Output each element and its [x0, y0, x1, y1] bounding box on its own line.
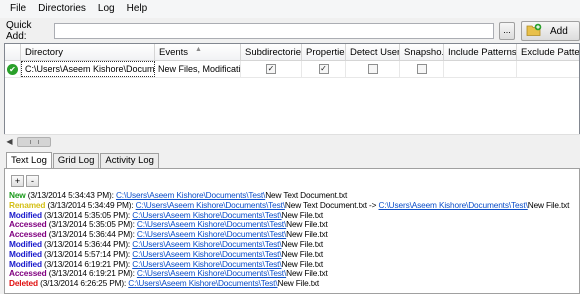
- log-file-name: New Text Document.txt ->: [284, 199, 379, 210]
- header-properties[interactable]: Properties: [302, 44, 346, 61]
- add-button-label: Add: [550, 25, 568, 37]
- log-event-type: Modified: [9, 258, 42, 269]
- header-exclude-patterns[interactable]: Exclude Patterns: [517, 44, 579, 61]
- cell-exclude-patterns[interactable]: [517, 61, 579, 77]
- tab-grid-log[interactable]: Grid Log: [52, 153, 100, 168]
- header-events[interactable]: Events ▲: [155, 44, 241, 61]
- log-timestamp: (3/13/2014 6:19:21 PM):: [41, 258, 133, 269]
- cell-include-patterns[interactable]: [444, 61, 517, 77]
- log-file-name: New File.txt: [281, 248, 324, 259]
- log-event-type: Modified: [9, 209, 42, 220]
- log-entries: New (3/13/2014 5:34:43 PM): C:\Users\Ase…: [9, 190, 579, 289]
- text-log-panel: + - New (3/13/2014 5:34:43 PM): C:\Users…: [4, 168, 580, 294]
- log-file-name: New File.txt: [527, 199, 570, 210]
- log-timestamp: (3/13/2014 5:36:44 PM):: [46, 229, 137, 240]
- log-file-name: New File.txt: [281, 258, 324, 269]
- log-path-link[interactable]: C:\Users\Aseem Kishore\Documents\Test\: [136, 200, 285, 210]
- grip-icon: [30, 140, 39, 144]
- log-file-name: New Text Document.txt: [265, 190, 348, 200]
- properties-checkbox[interactable]: ✓: [318, 64, 329, 74]
- menu-log[interactable]: Log: [92, 0, 121, 18]
- menu-file[interactable]: File: [4, 0, 32, 18]
- log-path-link[interactable]: C:\Users\Aseem Kishore\Documents\Test\: [137, 229, 286, 239]
- log-path-link[interactable]: C:\Users\Aseem Kishore\Documents\Test\: [132, 259, 281, 269]
- log-line: Deleted (3/13/2014 6:26:25 PM): C:\Users…: [9, 278, 579, 289]
- add-folder-icon: [526, 23, 542, 40]
- log-event-type: Accessed: [9, 219, 47, 230]
- header-detect-users[interactable]: Detect Users: [346, 44, 400, 61]
- log-path-link[interactable]: C:\Users\Aseem Kishore\Documents\Test\: [137, 268, 286, 278]
- log-timestamp: (3/13/2014 5:35:05 PM):: [46, 219, 137, 230]
- cell-properties: ✓: [302, 61, 346, 77]
- log-timestamp: (3/13/2014 5:57:14 PM):: [41, 248, 133, 259]
- log-path-link[interactable]: C:\Users\Aseem Kishore\Documents\Test\: [128, 278, 277, 288]
- log-path-link[interactable]: C:\Users\Aseem Kishore\Documents\Test\: [132, 249, 281, 259]
- zoom-in-button[interactable]: +: [11, 175, 24, 187]
- log-event-type: Deleted: [9, 278, 38, 289]
- log-timestamp: (3/13/2014 6:26:25 PM):: [37, 278, 129, 289]
- quick-add-label: Quick Add:: [6, 20, 32, 42]
- log-event-type: New: [9, 190, 26, 200]
- log-timestamp: (3/13/2014 5:34:49 PM):: [45, 199, 136, 210]
- log-timestamp: (3/13/2014 5:35:05 PM):: [41, 209, 133, 220]
- scroll-left-arrow-icon[interactable]: ◀: [5, 137, 14, 147]
- snapshot-checkbox[interactable]: [416, 64, 427, 74]
- tab-activity-log[interactable]: Activity Log: [100, 153, 159, 168]
- grid-header: Directory Events ▲ Subdirectories Propert…: [5, 44, 579, 61]
- check-status-icon: ✔: [7, 63, 18, 75]
- log-file-name: New File.txt: [286, 268, 328, 279]
- log-timestamp: (3/13/2014 5:36:44 PM):: [41, 238, 133, 249]
- quick-add-input[interactable]: [54, 23, 494, 39]
- header-status: [5, 44, 21, 61]
- log-file-name: New File.txt: [286, 229, 328, 240]
- quick-add-bar: Quick Add: ... Add: [0, 20, 580, 42]
- log-file-name: New File.txt: [281, 209, 324, 220]
- cell-snapshot: [400, 61, 444, 77]
- log-event-type: Accessed: [9, 268, 47, 279]
- log-path-link[interactable]: C:\Users\Aseem Kishore\Documents\Test\: [132, 239, 281, 249]
- row-status: ✔: [5, 61, 21, 77]
- log-file-name: New File.txt: [281, 238, 324, 249]
- cell-directory[interactable]: C:\Users\Aseem Kishore\Docume...: [21, 61, 155, 77]
- add-button[interactable]: Add: [521, 21, 580, 41]
- log-file-name: New File.txt: [277, 278, 320, 289]
- zoom-out-button[interactable]: -: [26, 175, 39, 187]
- menu-bar: File Directories Log Help: [0, 0, 580, 18]
- log-file-name: New File.txt: [286, 219, 328, 230]
- log-timestamp: (3/13/2014 6:19:21 PM):: [46, 268, 137, 279]
- log-path-link[interactable]: C:\Users\Aseem Kishore\Documents\Test\: [137, 219, 286, 229]
- header-directory[interactable]: Directory: [21, 44, 155, 61]
- log-timestamp: (3/13/2014 5:34:43 PM):: [25, 190, 116, 200]
- browse-button[interactable]: ...: [499, 22, 515, 40]
- cell-events[interactable]: New Files, Modificatio...: [155, 61, 241, 77]
- log-path-link[interactable]: C:\Users\Aseem Kishore\Documents\Test\: [116, 190, 265, 200]
- header-events-label: Events: [159, 47, 189, 58]
- table-row[interactable]: ✔ C:\Users\Aseem Kishore\Docume... New F…: [5, 61, 579, 78]
- log-event-type: Renamed: [9, 199, 46, 210]
- log-path-link[interactable]: C:\Users\Aseem Kishore\Documents\Test\: [379, 200, 528, 210]
- log-event-type: Accessed: [9, 229, 47, 240]
- scrollbar-thumb[interactable]: [17, 137, 51, 147]
- menu-help[interactable]: Help: [121, 0, 154, 18]
- subdirectories-checkbox[interactable]: ✓: [266, 64, 276, 74]
- log-event-type: Modified: [9, 248, 42, 259]
- menu-directories[interactable]: Directories: [32, 0, 92, 18]
- cell-subdirectories: ✓: [241, 61, 302, 77]
- cell-detect-users: [346, 61, 400, 77]
- header-snapshot[interactable]: Snapsho...: [400, 44, 444, 61]
- log-tabs: Text Log Grid Log Activity Log: [6, 152, 160, 169]
- horizontal-scrollbar[interactable]: ◀: [4, 134, 580, 148]
- log-event-type: Modified: [9, 238, 42, 249]
- log-zoom-buttons: + -: [11, 175, 39, 187]
- header-subdirectories[interactable]: Subdirectories: [241, 44, 302, 61]
- sort-ascending-icon: ▲: [195, 46, 202, 53]
- detect-users-checkbox[interactable]: [367, 64, 378, 74]
- header-include-patterns[interactable]: Include Patterns: [444, 44, 517, 61]
- directories-grid: Directory Events ▲ Subdirectories Propert…: [4, 43, 580, 148]
- tab-text-log[interactable]: Text Log: [6, 152, 52, 168]
- log-path-link[interactable]: C:\Users\Aseem Kishore\Documents\Test\: [132, 210, 281, 220]
